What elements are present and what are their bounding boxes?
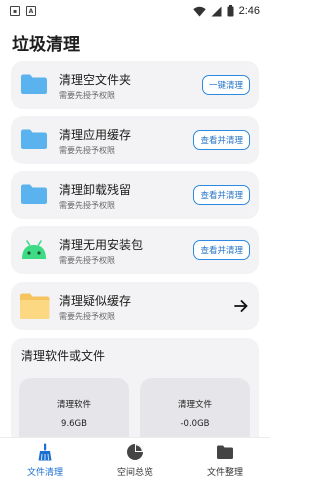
status-left: ▪ A (10, 6, 36, 16)
folder-icon (20, 128, 50, 152)
signal-icon (211, 6, 222, 16)
arrow-right-icon[interactable] (233, 296, 249, 316)
broom-icon (38, 443, 52, 461)
open-folder-icon (19, 292, 53, 320)
notification-a-icon: A (26, 6, 36, 16)
card-title: 清理空文件夹 (59, 73, 132, 87)
folder-icon (20, 73, 50, 97)
card-title: 清理应用缓存 (59, 128, 132, 142)
view-and-clean-button[interactable]: 查看并清理 (193, 240, 250, 260)
clean-files-size: -0.0GB (180, 419, 210, 429)
card-clean-suspected-cache[interactable]: 清理疑似缓存 需要先授予权限 (11, 282, 259, 330)
card-title: 清理疑似缓存 (59, 294, 132, 308)
card-clean-empty-folders[interactable]: 清理空文件夹 需要先授予权限 一键清理 (11, 61, 259, 109)
nav-file-organize[interactable]: 文件整理 (180, 438, 270, 480)
page-title: 垃圾清理 (12, 35, 80, 55)
nav-label: 空间总览 (116, 468, 153, 478)
battery-icon (227, 5, 234, 17)
card-title: 清理无用安装包 (59, 238, 144, 252)
status-time: 2:46 (238, 5, 260, 17)
status-right: 2:46 (192, 5, 260, 17)
clean-software-label: 清理软件 (56, 400, 91, 410)
wifi-icon (192, 6, 206, 16)
card-subtitle: 需要先授予权限 (59, 256, 115, 265)
section-title: 清理软件或文件 (21, 349, 106, 363)
nav-label: 文件整理 (206, 468, 243, 478)
nav-space-overview[interactable]: 空间总览 (90, 438, 180, 480)
card-subtitle: 需要先授予权限 (59, 201, 115, 210)
card-title: 清理卸载残留 (59, 183, 132, 197)
folder-icon (20, 183, 50, 207)
clean-software-size: 9.6GB (61, 419, 87, 429)
clean-files-label: 清理文件 (177, 400, 212, 410)
notification-image-icon: ▪ (10, 6, 20, 16)
view-and-clean-button[interactable]: 查看并清理 (193, 185, 250, 205)
card-clean-uninstall-residue[interactable]: 清理卸载残留 需要先授予权限 查看并清理 (11, 171, 259, 219)
view-and-clean-button[interactable]: 查看并清理 (193, 130, 250, 150)
folder-icon (217, 445, 233, 459)
nav-file-clean[interactable]: 文件清理 (0, 438, 90, 480)
card-subtitle: 需要先授予权限 (59, 146, 115, 155)
card-subtitle: 需要先授予权限 (59, 312, 115, 321)
card-clean-app-cache[interactable]: 清理应用缓存 需要先授予权限 查看并清理 (11, 116, 259, 164)
android-icon (20, 238, 50, 262)
nav-label: 文件清理 (26, 468, 63, 478)
status-bar: ▪ A 2:46 (0, 0, 270, 22)
card-subtitle: 需要先授予权限 (59, 91, 115, 100)
one-click-clean-button[interactable]: 一键清理 (201, 75, 250, 95)
card-clean-unused-apks[interactable]: 清理无用安装包 需要先授予权限 查看并清理 (11, 226, 259, 274)
pie-chart-icon (127, 444, 143, 460)
bottom-nav: 文件清理 空间总览 文件整理 (0, 437, 270, 480)
